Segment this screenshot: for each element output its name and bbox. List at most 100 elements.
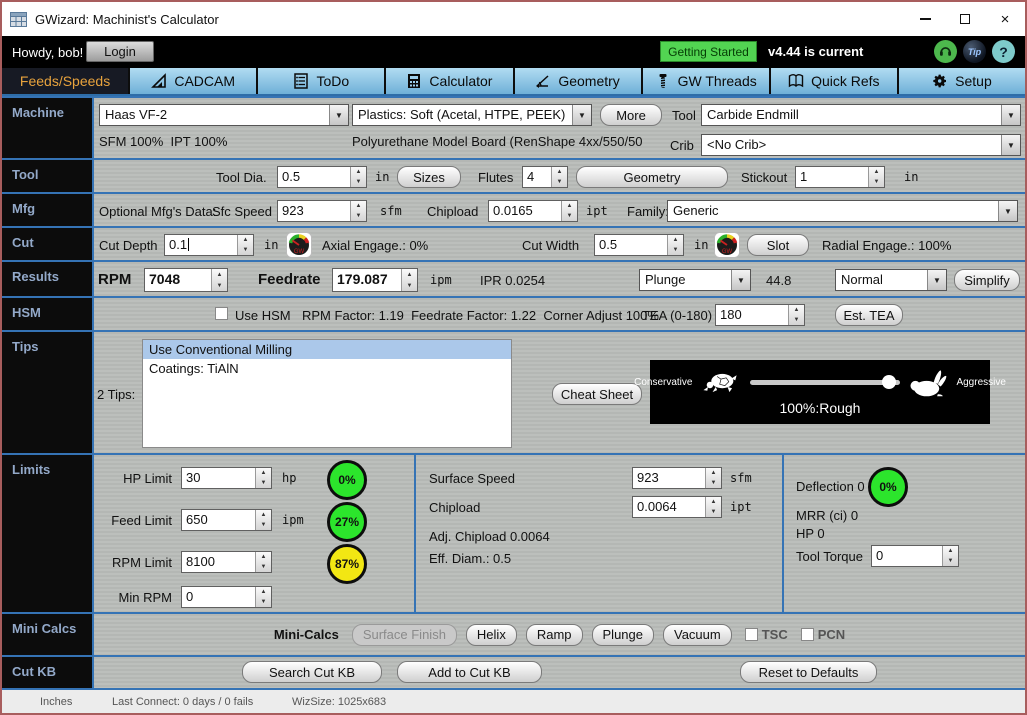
finish-select[interactable]: Normal ▼ <box>835 269 947 291</box>
sidebar-item-cut-kb: Cut KB <box>2 657 94 688</box>
slider-handle[interactable] <box>882 375 896 389</box>
tab-geometry[interactable]: Geometry <box>515 68 643 94</box>
angle-icon <box>535 73 551 89</box>
chevron-down-icon[interactable]: ▼ <box>1001 135 1020 155</box>
more-button[interactable]: More <box>600 104 662 126</box>
tab-cadcam[interactable]: CADCAM <box>130 68 258 94</box>
title-bar: GWizard: Machinist's Calculator × <box>2 2 1025 36</box>
spinner-arrows[interactable]: ▲▼ <box>942 546 958 566</box>
spinner-arrows[interactable]: ▲▼ <box>350 201 366 221</box>
sizes-button[interactable]: Sizes <box>397 166 461 188</box>
tab-todo[interactable]: ToDo <box>258 68 386 94</box>
helix-button[interactable]: Helix <box>466 624 517 646</box>
slot-button[interactable]: Slot <box>747 234 809 256</box>
rpm-limit-input[interactable]: 8100 ▲▼ <box>181 551 272 573</box>
sfc-speed-input[interactable]: 923 ▲▼ <box>277 200 367 222</box>
crib-select[interactable]: <No Crib> ▼ <box>701 134 1021 156</box>
spinner-arrows[interactable]: ▲▼ <box>255 468 271 488</box>
threaded-bolt-icon <box>655 73 671 89</box>
tool-dia-input[interactable]: 0.5 ▲▼ <box>277 166 367 188</box>
spinner-arrows[interactable]: ▲▼ <box>667 235 683 255</box>
spinner-arrows[interactable]: ▲▼ <box>255 587 271 607</box>
ramp-button[interactable]: Ramp <box>526 624 583 646</box>
min-rpm-input[interactable]: 0 ▲▼ <box>181 586 272 608</box>
aggressiveness-slider[interactable] <box>750 380 900 385</box>
section-tips: Tips 2 Tips: Use Conventional Milling Co… <box>2 330 1025 453</box>
chipload2-input[interactable]: 0.0064 ▲▼ <box>632 496 722 518</box>
support-headset-icon[interactable] <box>934 40 957 63</box>
stickout-input[interactable]: 1 ▲▼ <box>795 166 885 188</box>
hp-usage-badge: 0% <box>327 460 367 500</box>
chevron-down-icon[interactable]: ▼ <box>572 105 591 125</box>
simplify-button[interactable]: Simplify <box>954 269 1020 291</box>
tsc-checkbox[interactable] <box>745 628 758 641</box>
getting-started-button[interactable]: Getting Started <box>660 41 757 62</box>
tab-gw-threads[interactable]: GW Threads <box>643 68 771 94</box>
spinner-arrows[interactable]: ▲▼ <box>237 235 253 255</box>
surface-finish-button[interactable]: Surface Finish <box>352 624 457 646</box>
machine-select[interactable]: Haas VF-2 ▼ <box>99 104 349 126</box>
chevron-down-icon[interactable]: ▼ <box>998 201 1017 221</box>
cheat-sheet-button[interactable]: Cheat Sheet <box>552 383 642 405</box>
chevron-down-icon[interactable]: ▼ <box>927 270 946 290</box>
vacuum-button[interactable]: Vacuum <box>663 624 732 646</box>
chevron-down-icon[interactable]: ▼ <box>329 105 348 125</box>
pcn-label: PCN <box>818 627 845 642</box>
spinner-arrows[interactable]: ▲▼ <box>868 167 884 187</box>
tab-feeds-speeds[interactable]: Feeds/Speeds <box>2 68 130 94</box>
hp-limit-input[interactable]: 30 ▲▼ <box>181 467 272 489</box>
help-icon[interactable]: ? <box>992 40 1015 63</box>
chevron-down-icon[interactable]: ▼ <box>731 270 750 290</box>
rpm-usage-badge: 87% <box>327 544 367 584</box>
rpm-input[interactable]: 7048 ▲▼ <box>144 268 228 292</box>
tip-icon[interactable]: Tip <box>963 40 986 63</box>
spinner-arrows[interactable]: ▲▼ <box>561 201 577 221</box>
tool-type-select[interactable]: Carbide Endmill ▼ <box>701 104 1021 126</box>
tool-torque-input[interactable]: 0 ▲▼ <box>871 545 959 567</box>
tea-input[interactable]: 180 ▲▼ <box>715 304 805 326</box>
chipload2-unit: ipt <box>730 500 752 514</box>
login-button[interactable]: Login <box>86 41 154 62</box>
spinner-arrows[interactable]: ▲▼ <box>401 269 417 291</box>
surface-speed-input[interactable]: 923 ▲▼ <box>632 467 722 489</box>
add-to-cut-kb-button[interactable]: Add to Cut KB <box>397 661 542 683</box>
conservative-label: Conservative <box>634 377 692 388</box>
spinner-arrows[interactable]: ▲▼ <box>255 552 271 572</box>
tab-calculator[interactable]: Calculator <box>386 68 514 94</box>
family-select[interactable]: Generic ▼ <box>667 200 1018 222</box>
tab-quick-refs[interactable]: Quick Refs <box>771 68 899 94</box>
flutes-input[interactable]: 4 ▲▼ <box>522 166 568 188</box>
minimize-button[interactable] <box>905 2 945 36</box>
spinner-arrows[interactable]: ▲▼ <box>551 167 567 187</box>
spinner-arrows[interactable]: ▲▼ <box>705 468 721 488</box>
spinner-arrows[interactable]: ▲▼ <box>788 305 804 325</box>
spinner-arrows[interactable]: ▲▼ <box>705 497 721 517</box>
reset-to-defaults-button[interactable]: Reset to Defaults <box>740 661 877 683</box>
tip-list-item[interactable]: Use Conventional Milling <box>143 340 511 359</box>
use-hsm-checkbox[interactable] <box>215 307 228 320</box>
header-bar: Howdy, bob! Login Getting Started v4.44 … <box>2 36 1025 68</box>
feed-limit-input[interactable]: 650 ▲▼ <box>181 509 272 531</box>
sidebar-item-limits: Limits <box>2 455 94 612</box>
material-select[interactable]: Plastics: Soft (Acetal, HTPE, PEEK) ▼ <box>352 104 592 126</box>
geometry-button[interactable]: Geometry <box>576 166 728 188</box>
maximize-button[interactable] <box>945 2 985 36</box>
chevron-down-icon[interactable]: ▼ <box>1001 105 1020 125</box>
chipload-input[interactable]: 0.0165 ▲▼ <box>488 200 578 222</box>
tab-setup[interactable]: Setup <box>899 68 1025 94</box>
plunge-button[interactable]: Plunge <box>592 624 654 646</box>
spinner-arrows[interactable]: ▲▼ <box>255 510 271 530</box>
radial-gauge-icon[interactable]: GW <box>714 232 740 258</box>
pcn-checkbox[interactable] <box>801 628 814 641</box>
search-cut-kb-button[interactable]: Search Cut KB <box>242 661 382 683</box>
tip-list-item[interactable]: Coatings: TiAlN <box>143 359 511 378</box>
cut-width-input[interactable]: 0.5 ▲▼ <box>594 234 684 256</box>
close-button[interactable]: × <box>985 2 1025 36</box>
feedrate-input[interactable]: 179.087 ▲▼ <box>332 268 418 292</box>
est-tea-button[interactable]: Est. TEA <box>835 304 903 326</box>
cut-depth-input[interactable]: 0.1 ▲▼ <box>164 234 254 256</box>
axial-gauge-icon[interactable]: GW <box>286 232 312 258</box>
spinner-arrows[interactable]: ▲▼ <box>350 167 366 187</box>
mode-select[interactable]: Plunge ▼ <box>639 269 751 291</box>
spinner-arrows[interactable]: ▲▼ <box>211 269 227 291</box>
